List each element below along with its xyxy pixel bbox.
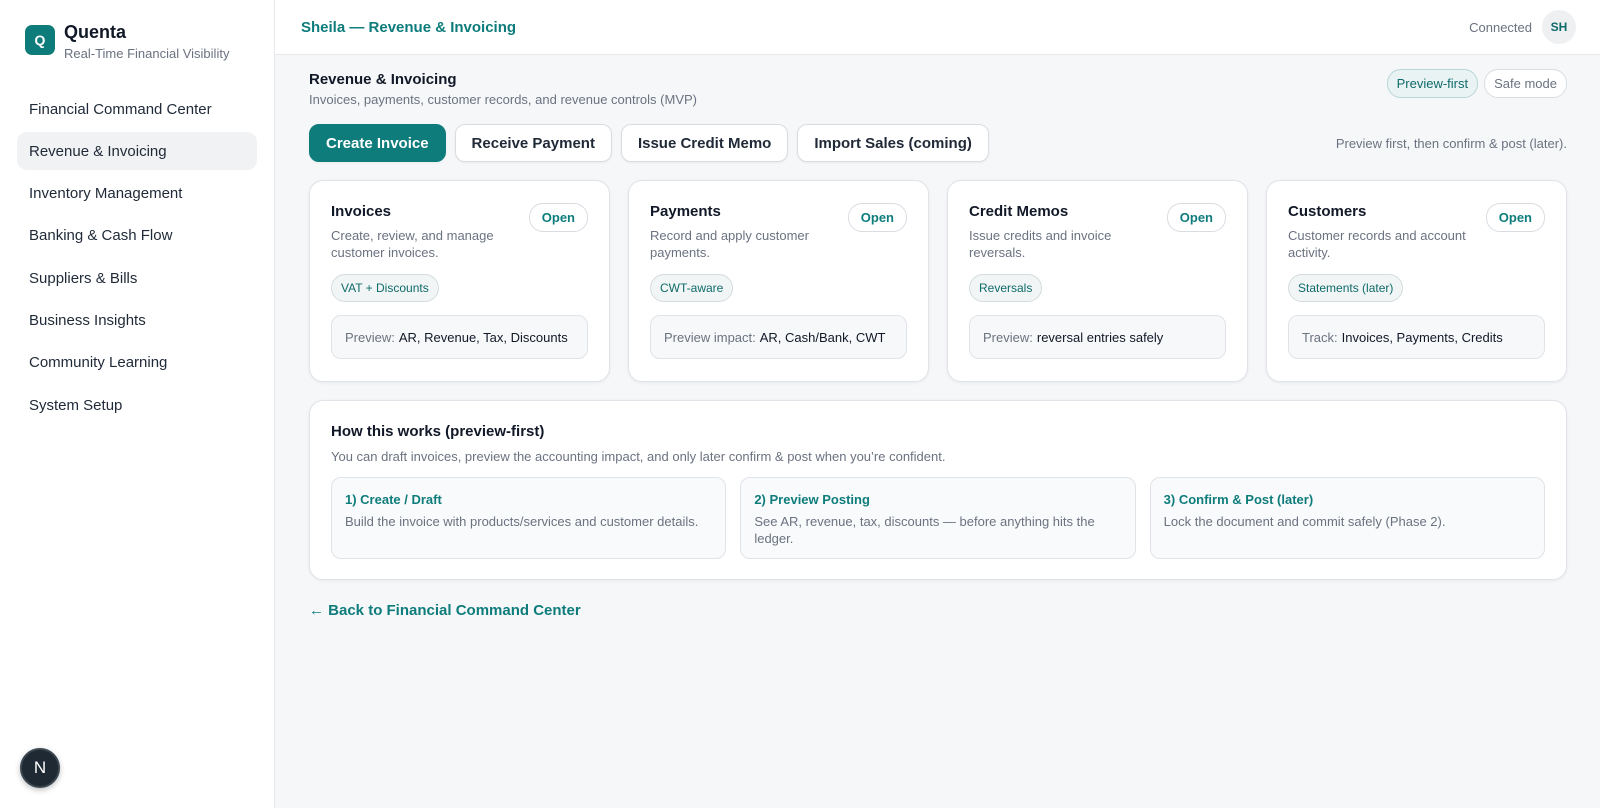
card-preview: Preview: AR, Revenue, Tax, Discounts (331, 315, 588, 359)
preview-label: Preview: (983, 329, 1033, 345)
create-invoice-button[interactable]: Create Invoice (309, 124, 446, 162)
open-invoices-button[interactable]: Open (528, 203, 588, 232)
receive-payment-button[interactable]: Receive Payment (454, 124, 612, 162)
brand-tagline: Real-Time Financial Visibility (64, 46, 230, 61)
step-confirm-post: 3) Confirm & Post (later) Lock the docum… (1149, 477, 1545, 559)
how-title: How this works (preview-first) (331, 423, 545, 440)
preview-value: Invoices, Payments, Credits (1341, 329, 1503, 345)
how-subtitle: You can draft invoices, preview the acco… (331, 449, 946, 464)
module-cards: Invoices Create, review, and manage cust… (309, 180, 1567, 382)
preview-label: Track: (1302, 329, 1338, 345)
step-description: Build the invoice with products/services… (345, 514, 699, 529)
safe-mode-badge: Safe mode (1484, 69, 1567, 98)
card-description: Record and apply customer payments. (650, 228, 809, 260)
payments-card: Payments Record and apply customer payme… (628, 180, 929, 382)
sidebar-item-inventory-management[interactable]: Inventory Management (17, 175, 257, 213)
main-area: Sheila — Revenue & Invoicing Connected S… (275, 0, 1600, 808)
card-preview: Preview: reversal entries safely (969, 315, 1226, 359)
step-description: Lock the document and commit safely (Pha… (1163, 514, 1446, 529)
credit-memos-card: Credit Memos Issue credits and invoice r… (947, 180, 1248, 382)
brand-name: Quenta (64, 22, 127, 42)
open-customers-button[interactable]: Open (1485, 203, 1545, 232)
card-tag: CWT-aware (650, 274, 734, 302)
sidebar: Q Quenta Real-Time Financial Visibility … (0, 0, 275, 808)
sidebar-item-community-learning[interactable]: Community Learning (17, 344, 257, 382)
card-preview: Track: Invoices, Payments, Credits (1288, 315, 1545, 359)
step-title: 1) Create / Draft (345, 492, 442, 507)
page-subtitle: Invoices, payments, customer records, an… (309, 92, 697, 107)
connection-status: Connected (1469, 19, 1532, 35)
preview-label: Preview impact: (664, 329, 756, 345)
card-tag: VAT + Discounts (331, 274, 439, 302)
step-title: 2) Preview Posting (754, 492, 870, 507)
avatar[interactable]: SH (1542, 10, 1576, 44)
step-title: 3) Confirm & Post (later) (1163, 492, 1314, 507)
open-payments-button[interactable]: Open (847, 203, 907, 232)
step-description: See AR, revenue, tax, discounts — before… (754, 514, 1095, 546)
topbar: Sheila — Revenue & Invoicing Connected S… (275, 0, 1600, 55)
actions-note: Preview first, then confirm & post (late… (1335, 135, 1567, 151)
sidebar-nav: Financial Command Center Revenue & Invoi… (0, 90, 274, 424)
preview-label: Preview: (345, 329, 395, 345)
preview-value: AR, Cash/Bank, CWT (759, 329, 886, 345)
card-tag: Statements (later) (1288, 274, 1404, 302)
sidebar-item-system-setup[interactable]: System Setup (17, 386, 257, 424)
card-description: Issue credits and invoice reversals. (969, 228, 1112, 260)
sidebar-item-suppliers-bills[interactable]: Suppliers & Bills (17, 259, 257, 297)
sidebar-item-revenue-invoicing[interactable]: Revenue & Invoicing (17, 132, 257, 171)
issue-credit-memo-button[interactable]: Issue Credit Memo (620, 124, 789, 162)
card-preview: Preview impact: AR, Cash/Bank, CWT (650, 315, 907, 359)
sidebar-item-banking-cash-flow[interactable]: Banking & Cash Flow (17, 217, 257, 255)
how-it-works-panel: How this works (preview-first) You can d… (309, 400, 1567, 580)
page-title: Revenue & Invoicing (309, 71, 457, 88)
action-bar: Create Invoice Receive Payment Issue Cre… (309, 124, 1567, 162)
step-create-draft: 1) Create / Draft Build the invoice with… (331, 477, 727, 559)
import-sales-button[interactable]: Import Sales (coming) (797, 124, 989, 162)
preview-value: AR, Revenue, Tax, Discounts (398, 329, 568, 345)
invoices-card: Invoices Create, review, and manage cust… (309, 180, 610, 382)
step-preview-posting: 2) Preview Posting See AR, revenue, tax,… (740, 477, 1136, 559)
preview-value: reversal entries safely (1036, 329, 1164, 345)
topbar-title: Sheila — Revenue & Invoicing (301, 18, 517, 36)
customers-card: Customers Customer records and account a… (1266, 180, 1567, 382)
brand-logo-icon[interactable]: Q (25, 25, 55, 55)
brand: Q Quenta Real-Time Financial Visibility (0, 0, 274, 90)
sidebar-item-financial-command-center[interactable]: Financial Command Center (17, 90, 257, 128)
back-to-command-center-link[interactable]: ← Back to Financial Command Center (309, 602, 581, 619)
sidebar-item-business-insights[interactable]: Business Insights (17, 301, 257, 339)
card-tag: Reversals (969, 274, 1043, 302)
card-description: Create, review, and manage customer invo… (331, 228, 494, 260)
card-description: Customer records and account activity. (1288, 228, 1466, 260)
n-logo-icon[interactable]: N (20, 748, 60, 788)
open-credit-memos-button[interactable]: Open (1166, 203, 1226, 232)
preview-first-badge: Preview-first (1386, 69, 1479, 98)
